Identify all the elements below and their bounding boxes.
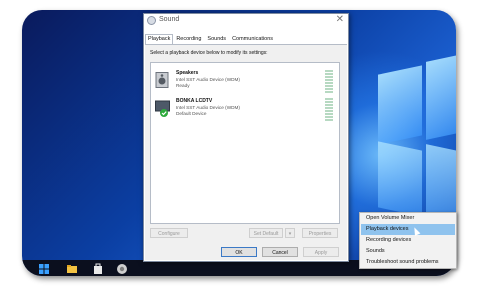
instruction-text: Select a playback device below to modify… bbox=[150, 50, 268, 56]
tab-sounds[interactable]: Sounds bbox=[204, 34, 229, 44]
menu-item-recording-devices[interactable]: Recording devices bbox=[361, 235, 455, 246]
playback-panel: Select a playback device below to modify… bbox=[145, 44, 347, 243]
tab-recording[interactable]: Recording bbox=[173, 34, 204, 44]
speaker-icon bbox=[155, 72, 169, 88]
close-icon[interactable]: ✕ bbox=[336, 14, 344, 26]
tab-playback[interactable]: Playback bbox=[145, 34, 174, 44]
device-name: Speakers bbox=[176, 70, 199, 76]
set-default-dropdown[interactable]: ▾ bbox=[285, 228, 295, 238]
menu-item-sounds[interactable]: Sounds bbox=[361, 246, 455, 257]
windows-logo-pane bbox=[426, 54, 456, 140]
menu-item-open-volume-mixer[interactable]: Open Volume Mixer bbox=[361, 213, 455, 224]
cancel-button[interactable]: Cancel bbox=[262, 247, 298, 257]
windows-logo-pane bbox=[378, 65, 422, 145]
level-meter bbox=[325, 70, 333, 94]
store-icon[interactable] bbox=[92, 262, 104, 274]
properties-button[interactable]: Properties bbox=[302, 228, 338, 238]
tab-communications[interactable]: Communications bbox=[229, 34, 276, 44]
device-name: BONKA LCDTV bbox=[176, 98, 213, 104]
tab-strip: Playback Recording Sounds Communications bbox=[145, 34, 276, 44]
menu-item-playback-devices[interactable]: Playback devices bbox=[361, 224, 455, 235]
chrome-icon[interactable] bbox=[116, 262, 128, 274]
windows-start-icon[interactable] bbox=[38, 262, 50, 274]
device-item-speakers[interactable]: Speakers Intel SST Audio Device (WDM) Re… bbox=[155, 68, 335, 96]
title-bar: Sound ✕ bbox=[144, 14, 348, 28]
monitor-default-icon bbox=[155, 100, 170, 117]
level-meter bbox=[325, 98, 333, 122]
dialog-title: Sound bbox=[159, 16, 180, 23]
file-explorer-icon[interactable] bbox=[66, 262, 78, 274]
set-default-button[interactable]: Set Default bbox=[249, 228, 283, 238]
device-status: Ready bbox=[176, 83, 190, 88]
apply-button[interactable]: Apply bbox=[303, 247, 339, 257]
device-description: Intel SST Audio Device (WDM) bbox=[176, 105, 240, 110]
device-status: Default Device bbox=[176, 111, 207, 116]
ok-button[interactable]: OK bbox=[221, 247, 257, 257]
windows-logo-pane bbox=[378, 141, 422, 217]
device-item-bonka-lcdtv[interactable]: BONKA LCDTV Intel SST Audio Device (WDM)… bbox=[155, 96, 335, 124]
configure-button[interactable]: Configure bbox=[150, 228, 188, 238]
device-list[interactable]: Speakers Intel SST Audio Device (WDM) Re… bbox=[150, 62, 340, 224]
menu-item-troubleshoot[interactable]: Troubleshoot sound problems bbox=[361, 257, 455, 268]
speaker-context-menu: Open Volume Mixer Playback devices Recor… bbox=[359, 212, 457, 269]
sound-dialog: Sound ✕ Playback Recording Sounds Commun… bbox=[143, 13, 349, 262]
dialog-button-bar: OK Cancel Apply bbox=[145, 243, 347, 260]
sound-app-icon bbox=[147, 16, 156, 25]
device-description: Intel SST Audio Device (WDM) bbox=[176, 77, 240, 82]
